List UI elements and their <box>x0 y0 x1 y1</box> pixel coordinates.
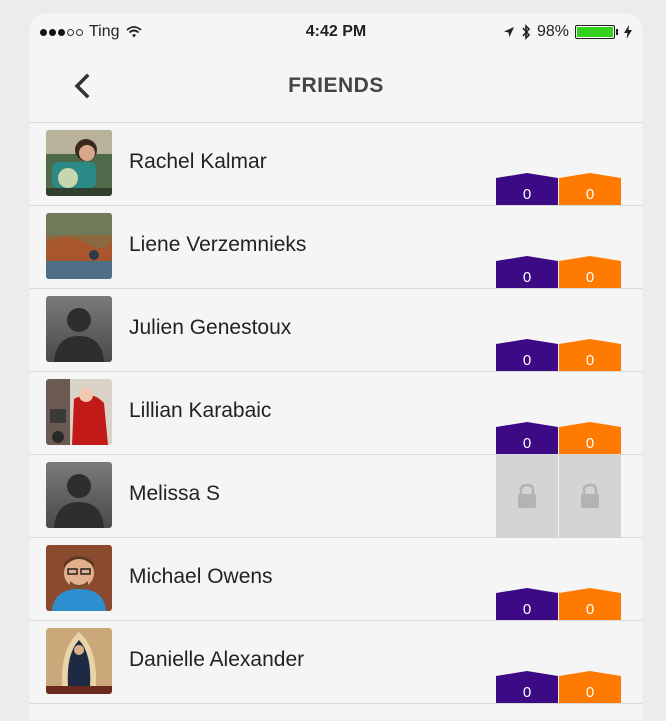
friend-name: Lillian Karabaic <box>129 399 272 422</box>
status-bar: Ting 4:42 PM 98% <box>30 14 642 50</box>
purple-count-badge[interactable]: 0 <box>496 339 558 371</box>
phone-screen: Ting 4:42 PM 98% FRIENDS Rachel Kalmar 0… <box>30 14 642 720</box>
location-arrow-icon <box>503 27 514 37</box>
battery-icon <box>575 25 615 39</box>
lock-icon <box>518 483 536 508</box>
battery-percent: 98% <box>536 23 569 40</box>
bluetooth-icon <box>522 24 531 40</box>
friend-name: Michael Owens <box>129 565 273 588</box>
purple-count-badge[interactable]: 0 <box>496 422 558 454</box>
friend-row[interactable]: Michael Owens 0 0 <box>30 538 642 621</box>
purple-count-badge[interactable]: 0 <box>496 588 558 620</box>
friend-row[interactable]: Melissa S <box>30 455 642 538</box>
avatar <box>46 379 112 445</box>
charging-bolt-icon <box>624 25 632 39</box>
friend-name: Liene Verzemnieks <box>129 233 307 256</box>
friend-name: Julien Genestoux <box>129 316 292 339</box>
locked-purple-slot[interactable] <box>496 455 558 538</box>
avatar <box>46 296 112 362</box>
orange-count-badge[interactable]: 0 <box>559 173 621 205</box>
friend-row[interactable]: Julien Genestoux 0 0 <box>30 289 642 372</box>
orange-count-badge[interactable]: 0 <box>559 422 621 454</box>
orange-count-badge[interactable]: 0 <box>559 256 621 288</box>
avatar <box>46 545 112 611</box>
avatar <box>46 628 112 694</box>
orange-count-badge[interactable]: 0 <box>559 588 621 620</box>
purple-count-badge[interactable]: 0 <box>496 671 558 703</box>
friend-row[interactable]: Danielle Alexander 0 0 <box>30 621 642 704</box>
friend-name: Melissa S <box>129 482 221 505</box>
avatar <box>46 130 112 196</box>
avatar <box>46 462 112 528</box>
purple-count-badge[interactable]: 0 <box>496 256 558 288</box>
purple-count-badge[interactable]: 0 <box>496 173 558 205</box>
friend-row[interactable]: Liene Verzemnieks 0 0 <box>30 206 642 289</box>
avatar <box>46 213 112 279</box>
page-title: FRIENDS <box>288 74 384 97</box>
friend-name: Danielle Alexander <box>129 648 305 671</box>
locked-orange-slot[interactable] <box>559 455 621 538</box>
navigation-bar: FRIENDS <box>30 50 642 123</box>
friends-list: Rachel Kalmar 0 0 Liene Verzemnieks 0 0 … <box>30 123 642 704</box>
friend-row[interactable]: Lillian Karabaic 0 0 <box>30 372 642 455</box>
orange-count-badge[interactable]: 0 <box>559 339 621 371</box>
locked-stats <box>496 455 621 538</box>
orange-count-badge[interactable]: 0 <box>559 671 621 703</box>
friend-row[interactable]: Rachel Kalmar 0 0 <box>30 123 642 206</box>
lock-icon <box>581 483 599 508</box>
friend-name: Rachel Kalmar <box>129 150 267 173</box>
